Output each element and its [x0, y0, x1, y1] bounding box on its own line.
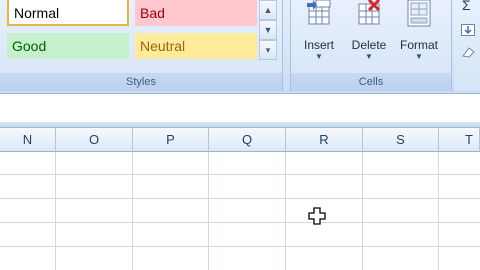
gridline — [362, 152, 363, 270]
gridline — [0, 198, 480, 199]
style-good[interactable]: Good — [7, 33, 129, 59]
gridline — [285, 152, 286, 270]
cell-select-cursor-icon — [308, 207, 326, 225]
formula-bar[interactable] — [0, 94, 480, 123]
gridline — [0, 174, 480, 175]
gridline — [208, 152, 209, 270]
gridline — [132, 152, 133, 270]
gallery-down-icon[interactable]: ▼ — [259, 20, 277, 40]
column-header-p[interactable]: P — [133, 128, 209, 152]
format-dropdown-icon: ▼ — [415, 52, 423, 61]
cells-group-label: Cells — [291, 73, 451, 91]
gridline — [0, 246, 480, 247]
cell-grid[interactable] — [0, 152, 480, 270]
insert-label: Insert — [303, 38, 334, 52]
column-header-n[interactable]: N — [0, 128, 56, 152]
editing-group-partial: Σ — [454, 0, 480, 91]
delete-cells-icon — [358, 0, 381, 25]
insert-dropdown-icon: ▼ — [315, 52, 323, 61]
column-header-q[interactable]: Q — [209, 128, 286, 152]
styles-gallery-scroll: ▲ ▼ ▾ — [259, 0, 277, 62]
gallery-up-icon[interactable]: ▲ — [259, 0, 277, 20]
style-bad[interactable]: Bad — [135, 0, 257, 26]
style-neutral[interactable]: Neutral — [135, 33, 257, 59]
format-label: Format — [399, 38, 438, 52]
delete-button[interactable]: Delete ▼ — [345, 0, 393, 72]
styles-group: Normal Bad Good Neutral ▲ ▼ ▾ Styles — [0, 0, 283, 91]
column-header-s[interactable]: S — [363, 128, 439, 152]
clear-icon[interactable] — [461, 46, 475, 58]
autosum-icon[interactable]: Σ — [462, 0, 471, 13]
delete-label: Delete — [351, 38, 387, 52]
gridline — [438, 152, 439, 270]
insert-button[interactable]: Insert ▼ — [295, 0, 343, 72]
styles-group-label: Styles — [0, 73, 282, 91]
column-header-r[interactable]: R — [286, 128, 363, 152]
cells-group: Insert ▼ Delete ▼ Format ▼ Cells — [290, 0, 452, 91]
gallery-more-icon[interactable]: ▾ — [259, 40, 277, 60]
format-cells-icon — [407, 0, 431, 27]
fill-icon[interactable] — [461, 24, 475, 36]
format-button[interactable]: Format ▼ — [395, 0, 443, 72]
ribbon: Normal Bad Good Neutral ▲ ▼ ▾ Styles Ins… — [0, 0, 480, 94]
delete-dropdown-icon: ▼ — [365, 52, 373, 61]
gridline — [55, 152, 56, 270]
column-header-t[interactable]: T — [439, 128, 480, 152]
column-header-o[interactable]: O — [56, 128, 133, 152]
gridline — [0, 222, 480, 223]
insert-cells-icon — [307, 0, 331, 25]
style-normal[interactable]: Normal — [7, 0, 129, 26]
